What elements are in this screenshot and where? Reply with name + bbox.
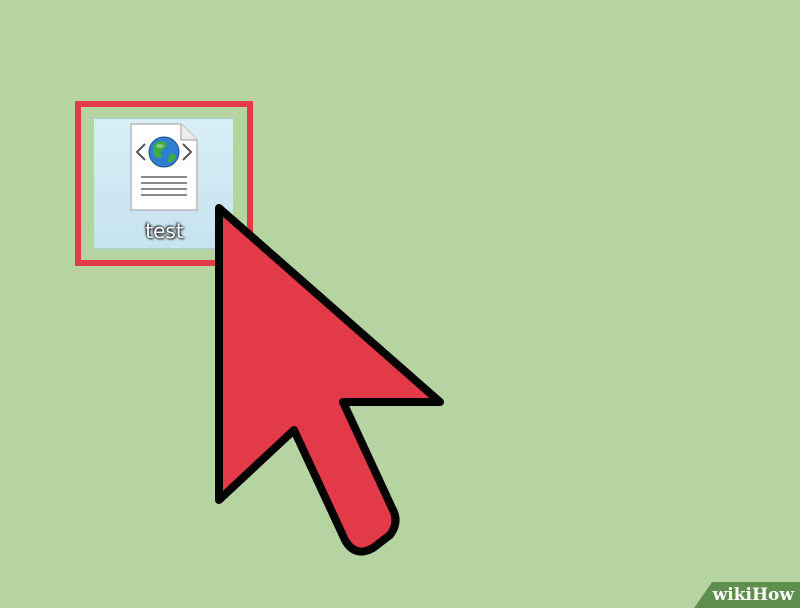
file-name-label: test	[145, 219, 184, 243]
html-document-globe-icon	[130, 123, 198, 211]
watermark-wiki: wiki	[712, 585, 752, 605]
wikihow-logo-text: wikiHow	[713, 585, 794, 605]
desktop-file-test[interactable]: test	[93, 118, 234, 249]
desktop[interactable]: test wikiHow	[0, 0, 800, 608]
watermark-how: How	[751, 585, 794, 605]
wikihow-watermark: wikiHow	[694, 582, 800, 608]
mouse-pointer-arrow-icon	[215, 204, 444, 556]
